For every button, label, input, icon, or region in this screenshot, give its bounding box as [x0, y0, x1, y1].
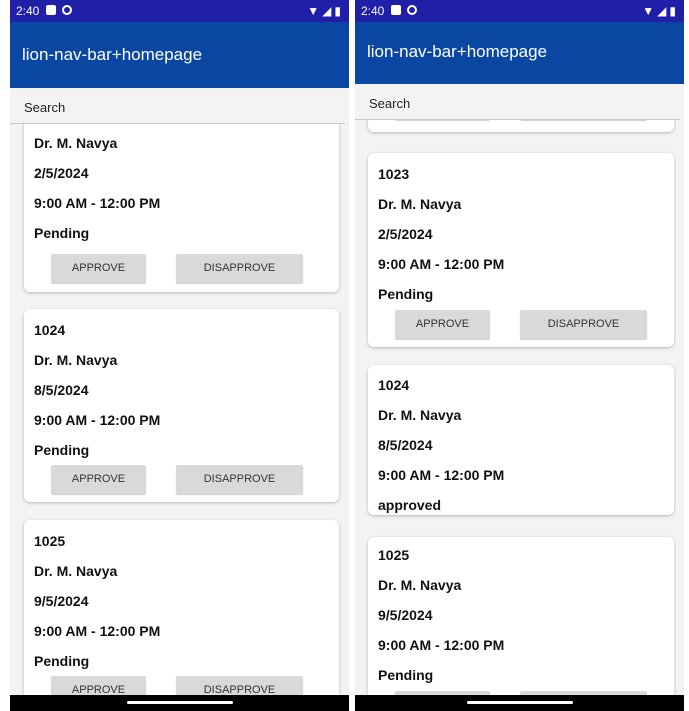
- appointment-card: 1025 Dr. M. Navya 9/5/2024 9:00 AM - 12:…: [368, 537, 674, 711]
- app-bar: lion-nav-bar+homepage: [10, 22, 349, 88]
- home-gesture-handle[interactable]: [126, 701, 233, 704]
- wifi-icon: ▼: [307, 4, 320, 18]
- appointment-status: Pending: [378, 667, 434, 683]
- appointment-date: 9/5/2024: [378, 607, 433, 623]
- appointment-date: 2/5/2024: [34, 165, 89, 181]
- doctor-name: Dr. M. Navya: [34, 352, 118, 368]
- app-title: lion-nav-bar+homepage: [22, 45, 203, 64]
- appointment-time: 9:00 AM - 12:00 PM: [378, 637, 505, 653]
- appointment-status: Pending: [34, 225, 90, 241]
- appointment-status: Pending: [378, 286, 434, 302]
- system-nav-bar: [10, 695, 349, 711]
- appointment-id: 1025: [378, 547, 410, 563]
- approve-button[interactable]: APPROVE: [395, 310, 490, 339]
- doctor-name: Dr. M. Navya: [34, 135, 118, 151]
- search-label: Search: [369, 96, 411, 111]
- appointment-list[interactable]: 1023 Dr. M. Navya 2/5/2024 9:00 AM - 12:…: [355, 120, 684, 711]
- doctor-name: Dr. M. Navya: [378, 577, 462, 593]
- home-gesture-handle[interactable]: [466, 701, 573, 704]
- system-nav-bar: [355, 695, 684, 711]
- approve-button[interactable]: APPROVE: [51, 254, 146, 283]
- sync-icon: [407, 5, 417, 15]
- search-label: Search: [24, 100, 66, 115]
- sync-icon: [62, 5, 72, 15]
- approve-button[interactable]: APPROVE: [51, 465, 146, 494]
- appointment-id: 1024: [378, 377, 410, 393]
- doctor-name: Dr. M. Navya: [34, 563, 118, 579]
- disapprove-button[interactable]: DISAPPROVE: [520, 310, 647, 339]
- appointment-time: 9:00 AM - 12:00 PM: [378, 256, 505, 272]
- doctor-name: Dr. M. Navya: [378, 407, 462, 423]
- appointment-date: 8/5/2024: [378, 437, 433, 453]
- disapprove-button[interactable]: DISAPPROVE: [176, 465, 303, 494]
- appointment-card: 1023 Dr. M. Navya 2/5/2024 9:00 AM - 12:…: [24, 124, 339, 292]
- appointment-status: Pending: [34, 653, 90, 669]
- app-title: lion-nav-bar+homepage: [367, 42, 548, 61]
- appointment-date: 9/5/2024: [34, 593, 89, 609]
- appointment-card: 1023 Dr. M. Navya 2/5/2024 9:00 AM - 12:…: [368, 153, 674, 347]
- appointment-id: 1025: [34, 533, 66, 549]
- doctor-name: Dr. M. Navya: [378, 196, 462, 212]
- appointment-id: 1024: [34, 322, 66, 338]
- appointment-date: 2/5/2024: [378, 226, 433, 242]
- wifi-icon: ▼: [642, 4, 655, 18]
- search-field[interactable]: Search: [355, 84, 684, 120]
- appointment-card: 1024 Dr. M. Navya 8/5/2024 9:00 AM - 12:…: [368, 365, 674, 515]
- disapprove-button[interactable]: DISAPPROVE: [176, 254, 303, 283]
- status-bar: 2:40 ▼ ◢ ▮: [355, 0, 684, 22]
- search-field[interactable]: Search: [10, 88, 349, 124]
- appointment-status: Pending: [34, 442, 90, 458]
- appointment-card: 1024 Dr. M. Navya 8/5/2024 9:00 AM - 12:…: [24, 309, 339, 502]
- phone-screen-left: 2:40 ▼ ◢ ▮ lion-nav-bar+homepage Search …: [10, 0, 349, 711]
- status-time: 2:40: [16, 4, 40, 18]
- status-time: 2:40: [361, 4, 385, 18]
- appointment-card: [368, 120, 674, 132]
- appointment-status: approved: [378, 497, 442, 513]
- appointment-id: 1023: [378, 166, 410, 182]
- signal-icon: ◢: [657, 4, 667, 18]
- battery-icon: ▮: [334, 4, 341, 18]
- app-bar: lion-nav-bar+homepage: [355, 22, 684, 84]
- appointment-time: 9:00 AM - 12:00 PM: [34, 195, 161, 211]
- appointment-time: 9:00 AM - 12:00 PM: [34, 412, 161, 428]
- phone-screen-right: 2:40 ▼ ◢ ▮ lion-nav-bar+homepage Search …: [355, 0, 684, 711]
- notification-icon: [391, 5, 401, 15]
- appointment-card: 1025 Dr. M. Navya 9/5/2024 9:00 AM - 12:…: [24, 520, 339, 711]
- notification-icon: [46, 5, 56, 15]
- appointment-list[interactable]: 1023 Dr. M. Navya 2/5/2024 9:00 AM - 12:…: [10, 124, 349, 711]
- appointment-date: 8/5/2024: [34, 382, 89, 398]
- status-bar: 2:40 ▼ ◢ ▮: [10, 0, 349, 22]
- appointment-time: 9:00 AM - 12:00 PM: [34, 623, 161, 639]
- battery-icon: ▮: [669, 4, 676, 18]
- signal-icon: ◢: [322, 4, 332, 18]
- appointment-time: 9:00 AM - 12:00 PM: [378, 467, 505, 483]
